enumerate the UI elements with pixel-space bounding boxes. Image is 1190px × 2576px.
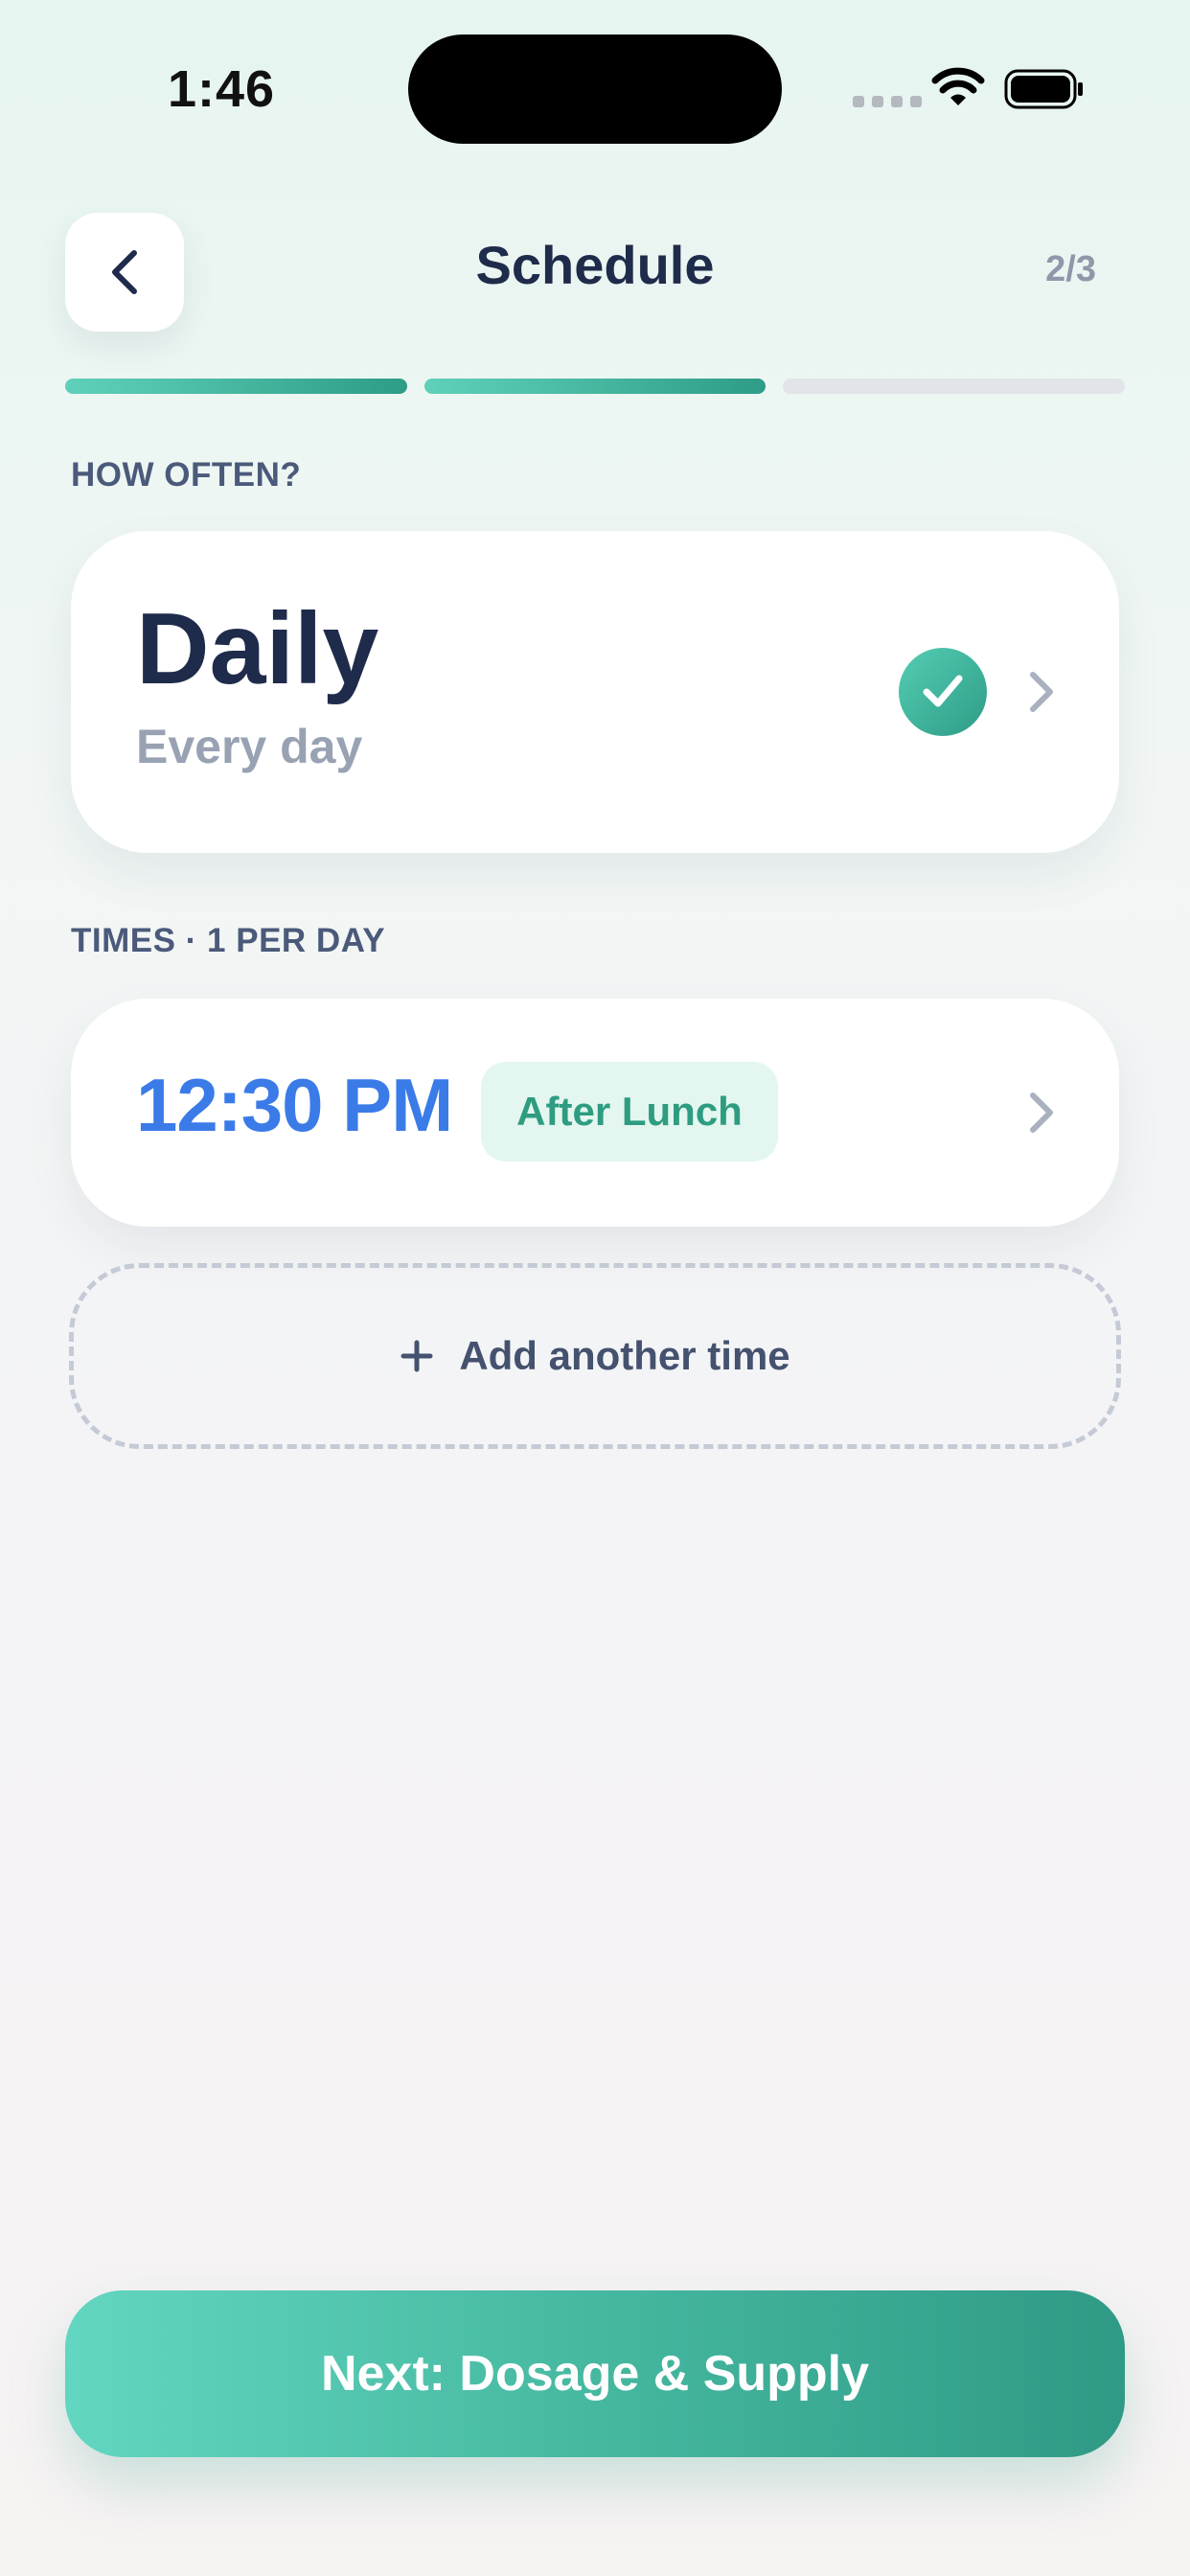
selected-check-badge — [899, 648, 987, 736]
section-label-how-often: HOW OFTEN? — [71, 456, 302, 494]
meal-tag: After Lunch — [481, 1062, 778, 1162]
page-title: Schedule — [475, 235, 715, 295]
status-time: 1:46 — [168, 60, 276, 118]
dynamic-island — [408, 34, 782, 144]
plus-icon — [400, 1340, 433, 1372]
time-value: 12:30 PM — [136, 1063, 453, 1147]
check-icon — [923, 675, 963, 707]
chevron-right-icon — [1030, 672, 1053, 712]
frequency-card[interactable]: Daily Every day — [71, 531, 1119, 853]
add-another-time-button[interactable]: Add another time — [69, 1263, 1121, 1449]
progress-bar — [65, 379, 1126, 394]
frequency-title: Daily — [136, 592, 379, 705]
frequency-subtitle: Every day — [136, 720, 363, 773]
next-button[interactable]: Next: Dosage & Supply — [65, 2290, 1125, 2457]
wifi-icon — [931, 67, 985, 105]
progress-segment-3 — [783, 379, 1126, 394]
step-counter: 2/3 — [1045, 249, 1096, 289]
add-another-time-label: Add another time — [459, 1333, 790, 1378]
next-button-label: Next: Dosage & Supply — [320, 2346, 870, 2402]
status-bar: 1:46 — [0, 0, 1190, 182]
time-card[interactable]: 12:30 PM After Lunch — [71, 999, 1119, 1227]
cellular-signal-icon — [853, 96, 922, 107]
progress-segment-2 — [423, 379, 767, 394]
battery-icon — [1004, 69, 1083, 109]
chevron-right-icon — [1030, 1092, 1053, 1133]
progress-segment-1 — [65, 379, 407, 394]
section-label-times: TIMES · 1 PER DAY — [71, 922, 386, 959]
